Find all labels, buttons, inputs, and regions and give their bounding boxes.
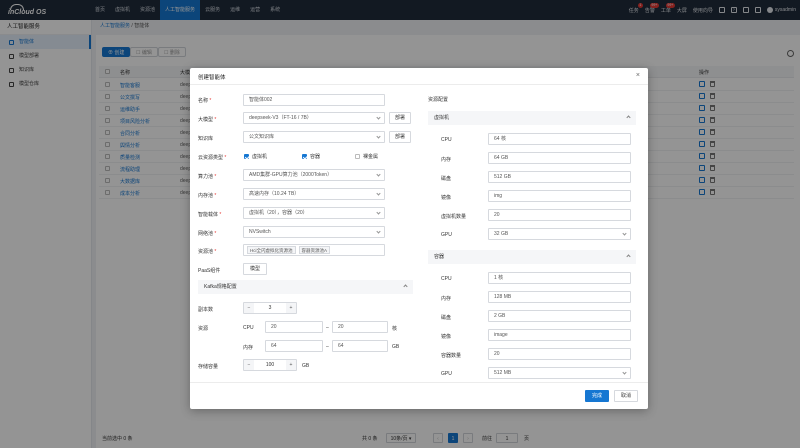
minus-icon[interactable]: − — [244, 303, 254, 313]
res-type-baremetal-checkbox[interactable]: 裸金属 — [355, 153, 378, 160]
vm-section-header[interactable]: 虚拟机 — [428, 111, 636, 125]
ct-count-field[interactable]: 20 — [488, 348, 631, 360]
resource-pool-tag: 容器资源池A — [298, 246, 331, 254]
ct-cpu-field[interactable]: 1 核 — [488, 272, 631, 284]
cancel-button[interactable]: 取消 — [614, 390, 638, 402]
chevron-down-icon — [622, 370, 627, 375]
ct-gpu-select[interactable]: 512 MB — [488, 367, 631, 379]
vm-image-field[interactable]: img — [488, 190, 631, 202]
chevron-down-icon — [376, 115, 381, 120]
vm-gpu-select[interactable]: 32 GB — [488, 228, 631, 240]
compute-pool-select[interactable]: AMD集群-GPU算力池（2000Token） — [243, 169, 385, 181]
chevron-down-icon — [376, 134, 381, 139]
res-type-container-checkbox[interactable]: 容器 — [302, 153, 320, 160]
chevron-up-icon — [403, 284, 408, 289]
chevron-down-icon — [376, 210, 381, 215]
create-agent-dialog: 创建智能体 × 名称 * 智能体002 大模型 * deepseek-V3（FT… — [190, 68, 648, 409]
network-pool-select[interactable]: NVSwitch — [243, 226, 385, 238]
resource-config-title: 资源配置 — [428, 97, 449, 103]
resource-pool-tag: Hci全闪虚拟化资源池 — [247, 246, 296, 254]
storage-stepper[interactable]: −100 + — [243, 359, 297, 371]
chevron-down-icon — [622, 231, 627, 236]
chevron-down-icon — [376, 172, 381, 177]
plus-icon[interactable]: + — [286, 360, 296, 370]
container-section-header[interactable]: 容器 — [428, 250, 636, 264]
kb-deploy-button[interactable]: 部署 — [389, 131, 411, 143]
resource-pool-select[interactable]: Hci全闪虚拟化资源池 容器资源池A — [243, 244, 385, 256]
dialog-title: 创建智能体 — [198, 75, 226, 81]
chevron-up-icon — [626, 254, 631, 259]
name-input[interactable]: 智能体002 — [243, 94, 385, 106]
res-type-vm-checkbox[interactable]: 虚拟机 — [244, 153, 267, 160]
kafka-section-header[interactable]: Kafka规格配置 — [198, 280, 413, 294]
dialog-footer: 完成 取消 — [190, 382, 648, 409]
vm-disk-field[interactable]: 512 GB — [488, 171, 631, 183]
vm-memory-field[interactable]: 64 GB — [488, 152, 631, 164]
chevron-up-icon — [626, 115, 631, 120]
replica-stepper[interactable]: −3 + — [243, 302, 297, 314]
model-deploy-button[interactable]: 部署 — [389, 112, 411, 124]
close-icon[interactable]: × — [636, 72, 640, 79]
ct-memory-field[interactable]: 128 MB — [488, 291, 631, 303]
knowledge-base-select[interactable]: 公文知识库 — [243, 131, 385, 143]
model-select[interactable]: deepseek-V3（FT-16 / 7B） — [243, 112, 385, 124]
vm-cpu-field[interactable]: 64 核 — [488, 133, 631, 145]
mem-max-input[interactable]: 64 — [332, 340, 388, 352]
minus-icon[interactable]: − — [244, 360, 254, 370]
memory-pool-select[interactable]: 高速内存（10.24 TB） — [243, 188, 385, 200]
chevron-down-icon — [376, 229, 381, 234]
mem-min-input[interactable]: 64 — [265, 340, 323, 352]
agent-carrier-select[interactable]: 虚拟机（20），容器（20） — [243, 207, 385, 219]
plus-icon[interactable]: + — [286, 303, 296, 313]
cpu-max-input[interactable]: 20 — [332, 321, 388, 333]
cpu-min-input[interactable]: 20 — [265, 321, 323, 333]
chevron-down-icon — [376, 191, 381, 196]
ok-button[interactable]: 完成 — [585, 390, 609, 402]
vm-count-field[interactable]: 20 — [488, 209, 631, 221]
paas-model-button[interactable]: 模型 — [243, 263, 267, 275]
ct-image-field[interactable]: image — [488, 329, 631, 341]
ct-disk-field[interactable]: 2 GB — [488, 310, 631, 322]
